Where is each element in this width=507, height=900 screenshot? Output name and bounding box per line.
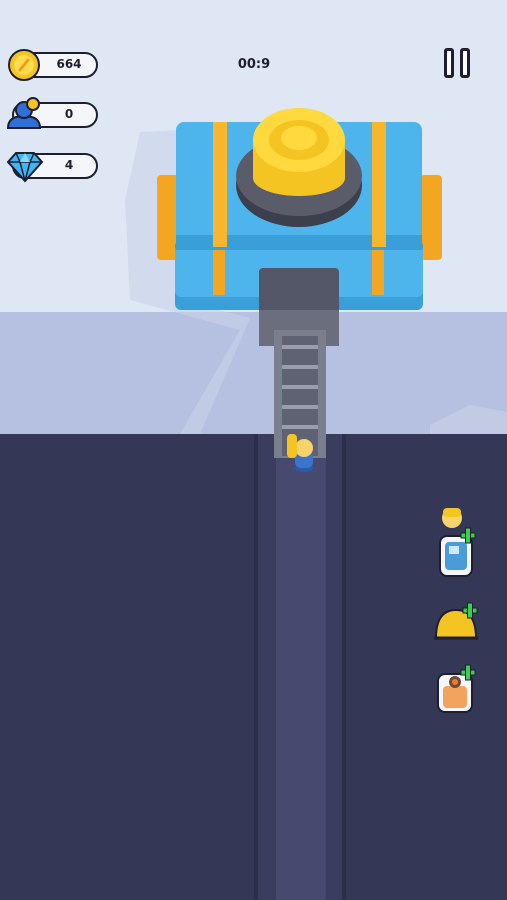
worker-count: 0 [64, 107, 74, 121]
upgrade-bag-icon [437, 664, 476, 713]
add-worker-icon [439, 508, 476, 577]
upgrade-helmet-button[interactable] [432, 600, 482, 644]
diamond-icon [6, 152, 44, 183]
upgrade-helmet-icon [434, 602, 478, 640]
worker-icon [6, 97, 42, 129]
shaft-rail-left [254, 434, 258, 900]
gem-count: 4 [64, 158, 74, 172]
timer-text: 00:9 [237, 57, 271, 72]
add-worker-button[interactable] [432, 506, 482, 580]
coin-count: 664 [56, 57, 82, 71]
mine-shaft-floor [276, 434, 326, 900]
shaft-rail-right [342, 434, 346, 900]
upgrade-bag-button[interactable] [432, 660, 482, 716]
pause-button[interactable] [442, 48, 474, 82]
coin-icon [8, 49, 40, 81]
